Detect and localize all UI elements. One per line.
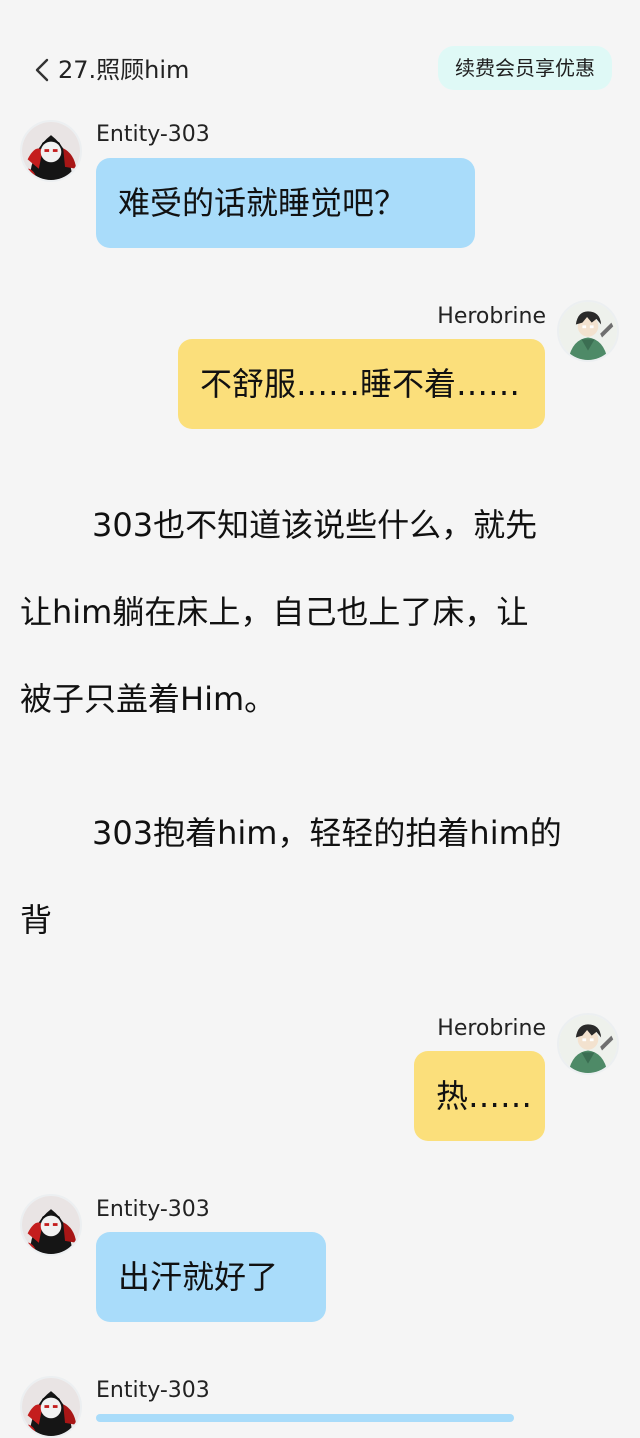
- speaker-name: Entity-303: [96, 1378, 210, 1403]
- chevron-left-icon: [35, 58, 49, 82]
- chat-bubble: 难受的话就睡觉吧？: [96, 158, 475, 248]
- chat-bubble: [96, 1414, 514, 1422]
- back-button[interactable]: [28, 50, 56, 90]
- herobrine-avatar-image: [559, 1015, 617, 1073]
- chat-bubble: 出汗就好了: [96, 1232, 326, 1322]
- chat-bubble: 热……: [414, 1051, 545, 1141]
- chapter-title: 27.照顾him: [58, 56, 190, 84]
- herobrine-avatar[interactable]: [557, 1013, 619, 1075]
- herobrine-avatar[interactable]: [557, 300, 619, 362]
- speaker-name: Herobrine: [437, 1016, 546, 1041]
- entity-303-avatar[interactable]: [20, 120, 82, 182]
- narration-line: 背: [20, 901, 53, 939]
- chat-bubble: 不舒服……睡不着……: [178, 339, 545, 429]
- speaker-name: Herobrine: [437, 304, 546, 329]
- narration-paragraph: 303抱着him，轻轻的拍着him的 背: [20, 790, 620, 964]
- speaker-name: Entity-303: [96, 122, 210, 147]
- top-bar: 27.照顾him 续费会员享优惠: [0, 40, 640, 100]
- narration-line: 303也不知道该说些什么，就先: [92, 506, 538, 544]
- entity-303-avatar-image: [22, 1196, 80, 1254]
- speaker-name: Entity-303: [96, 1197, 210, 1222]
- entity-303-avatar[interactable]: [20, 1376, 82, 1438]
- herobrine-avatar-image: [559, 302, 617, 360]
- entity-303-avatar[interactable]: [20, 1194, 82, 1256]
- narration-line: 303抱着him，轻轻的拍着him的: [92, 814, 562, 852]
- entity-303-avatar-image: [22, 1378, 80, 1436]
- narration-line: 让him躺在床上，自己也上了床，让: [20, 593, 529, 631]
- narration-paragraph: 303也不知道该说些什么，就先 让him躺在床上，自己也上了床，让 被子只盖着H…: [20, 482, 620, 743]
- vip-renew-button[interactable]: 续费会员享优惠: [438, 46, 612, 90]
- entity-303-avatar-image: [22, 122, 80, 180]
- narration-line: 被子只盖着Him。: [20, 680, 277, 718]
